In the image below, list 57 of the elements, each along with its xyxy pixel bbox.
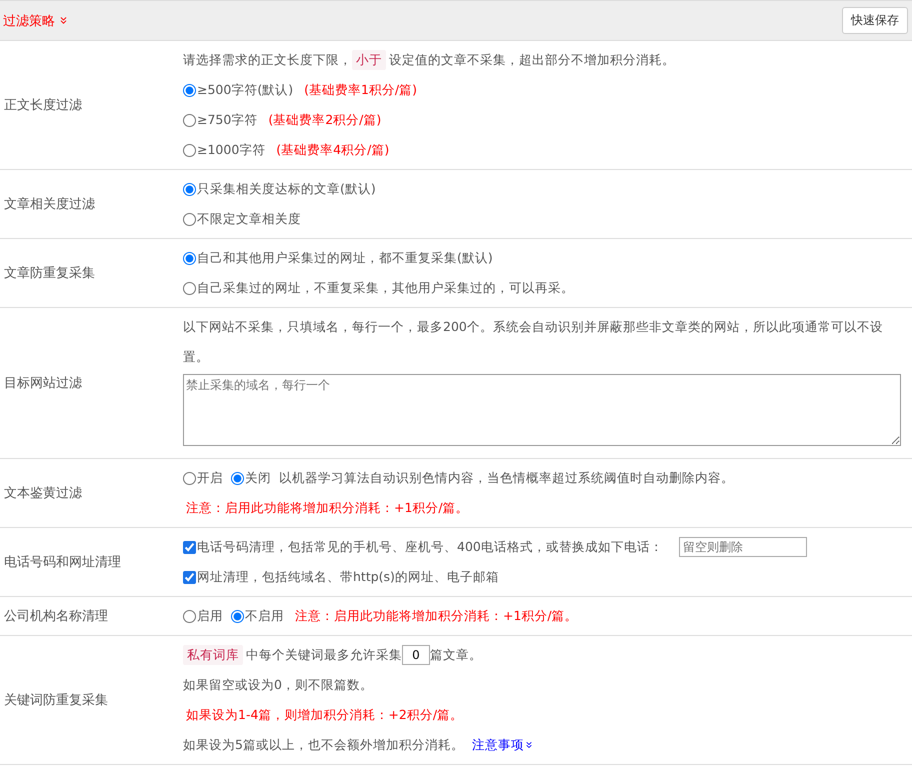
keyword-tag: 私有词库: [183, 645, 243, 665]
description-text: 如果设为5篇或以上，也不会额外增加积分消耗。: [183, 736, 464, 754]
note-text: (基础费率4积分/篇): [276, 141, 390, 159]
radio-label[interactable]: ≥750字符: [197, 105, 258, 135]
radio-button[interactable]: [183, 252, 196, 264]
radio-button[interactable]: [183, 182, 196, 196]
radio-button[interactable]: [183, 282, 196, 294]
row-label: 文章防重复采集: [4, 265, 95, 282]
radio-button[interactable]: [183, 144, 196, 156]
radio-button[interactable]: [183, 472, 196, 484]
radio-label[interactable]: 启用: [197, 601, 223, 631]
notes-link[interactable]: 注意事项: [472, 730, 534, 760]
double-chevron-icon: [524, 740, 534, 750]
row-label: 文本鉴黄过滤: [4, 485, 82, 502]
row-label: 正文长度过滤: [4, 97, 82, 114]
description-text: 设定值的文章不采集，超出部分不增加积分消耗。: [389, 51, 675, 69]
radio-label[interactable]: 不启用: [245, 601, 284, 631]
checkbox[interactable]: [183, 540, 196, 554]
radio-label[interactable]: 关闭: [245, 463, 271, 493]
note-text: 如果设为1-4篇，则增加积分消耗：+2积分/篇。: [186, 706, 464, 724]
radio-label[interactable]: 自己和其他用户采集过的网址，都不重复采集(默认): [197, 243, 493, 273]
radio-button[interactable]: [183, 212, 196, 226]
number-input-field[interactable]: 0: [402, 645, 430, 665]
checkbox-label[interactable]: 网址清理，包括纯域名、带http(s)的网址、电子邮箱: [197, 562, 499, 592]
phone-input-field[interactable]: 留空则删除: [678, 537, 807, 557]
radio-button[interactable]: [183, 610, 196, 622]
row-label: 关键词防重复采集: [4, 692, 108, 709]
save-button[interactable]: 快速保存: [842, 7, 908, 34]
note-text: (基础费率2积分/篇): [268, 111, 382, 129]
double-chevron-icon: [58, 15, 69, 26]
row-label: 公司机构名称清理: [4, 608, 108, 625]
note-text: (基础费率1积分/篇): [304, 81, 418, 99]
radio-label[interactable]: ≥1000字符: [197, 135, 266, 165]
description-text: 请选择需求的正文长度下限，: [183, 51, 352, 69]
description-text: 以机器学习算法自动识别色情内容，当色情概率超过系统阈值时自动删除内容。: [279, 469, 734, 487]
radio-label[interactable]: 自己采集过的网址，不重复采集，其他用户采集过的，可以再采。: [197, 273, 574, 303]
description-text: 篇文章。: [430, 646, 482, 664]
domain-textarea[interactable]: 禁止采集的域名，每行一个: [183, 374, 901, 446]
description-text: 中每个关键词最多允许采集: [246, 646, 402, 664]
description-text: 如果留空或设为0，则不限篇数。: [183, 676, 373, 694]
radio-button[interactable]: [183, 114, 196, 126]
radio-button[interactable]: [231, 472, 244, 484]
keyword-tag: 小于: [352, 50, 386, 70]
checkbox[interactable]: [183, 570, 196, 584]
description-text: 以下网站不采集，只填域名，每行一个，最多200个。系统会自动识别并屏蔽那些非文章类的网站，所以此项通常可以不设置。: [183, 318, 884, 366]
radio-label[interactable]: 不限定文章相关度: [197, 204, 301, 234]
radio-button[interactable]: [231, 610, 244, 622]
note-text: 注意：启用此功能将增加积分消耗：+1积分/篇。: [186, 499, 469, 517]
radio-label[interactable]: ≥500字符(默认): [197, 75, 294, 105]
radio-button[interactable]: [183, 84, 196, 96]
row-label: 目标网站过滤: [4, 375, 82, 392]
note-text: 注意：启用此功能将增加积分消耗：+1积分/篇。: [295, 607, 578, 625]
radio-label[interactable]: 开启: [197, 463, 223, 493]
radio-label[interactable]: 只采集相关度达标的文章(默认): [197, 174, 376, 204]
row-label: 文章相关度过滤: [4, 196, 95, 213]
checkbox-label[interactable]: 电话号码清理，包括常见的手机号、座机号、400电话格式，或替换成如下电话：: [197, 532, 663, 562]
row-label: 电话号码和网址清理: [4, 554, 121, 571]
